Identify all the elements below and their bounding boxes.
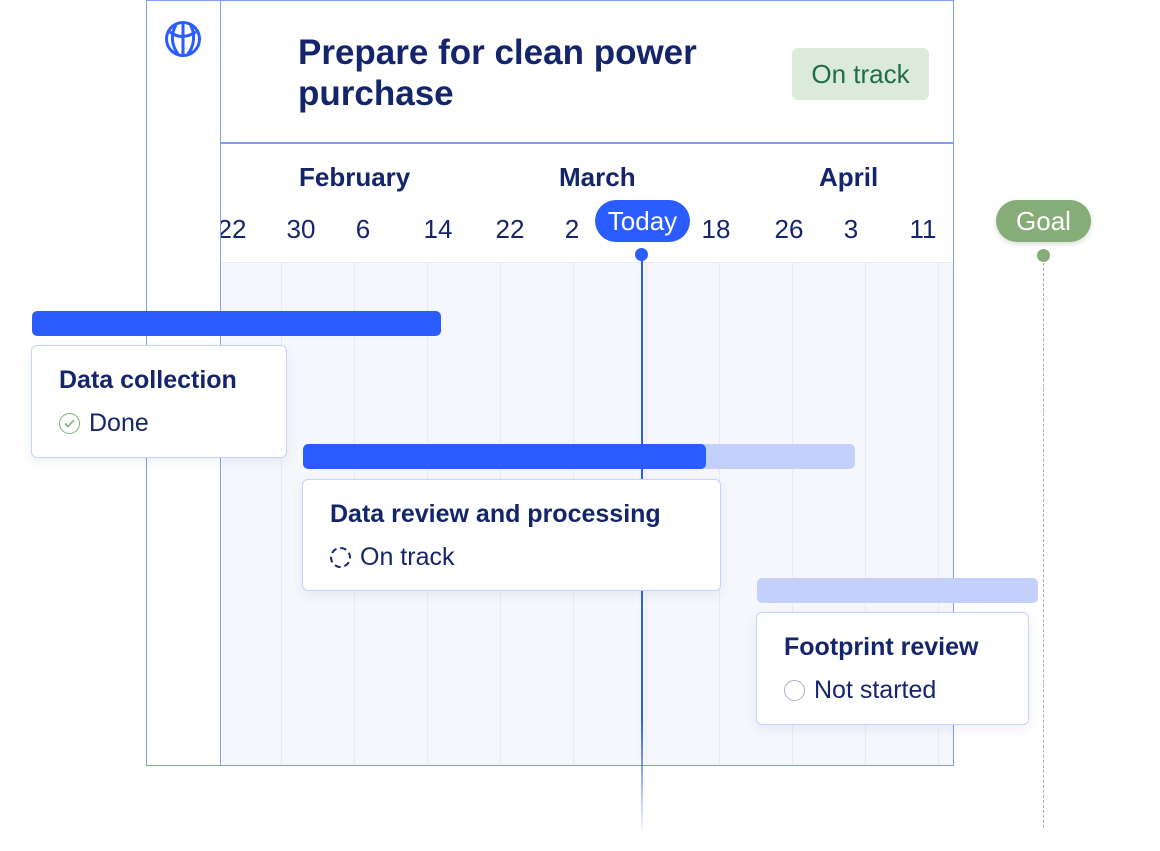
today-marker[interactable]: Today [595,200,690,242]
tick-row: 22 30 6 14 22 2 18 26 3 11 [221,200,953,260]
task-card[interactable]: Data review and processing On track [302,479,721,591]
task-card[interactable]: Data collection Done [31,345,287,458]
month-label: March [559,162,636,192]
task-progress-fill [32,311,441,336]
tick-label: 6 [355,214,371,244]
today-marker-dot [635,248,648,261]
empty-circle-icon [784,680,805,701]
tick-label: 26 [774,214,804,244]
tick-label: 3 [843,214,859,244]
goal-line [1043,258,1044,828]
task-bar[interactable] [303,444,855,469]
dashed-circle-icon [330,547,351,568]
goal-marker[interactable]: Goal [996,200,1091,242]
header-divider [221,142,954,144]
tick-label: 14 [423,214,453,244]
task-name: Data collection [59,366,237,394]
page-title: Prepare for clean power purchase [298,33,697,113]
month-label: April [819,162,879,192]
tick-label: 2 [564,214,580,244]
task-card[interactable]: Footprint review Not started [756,612,1029,725]
task-status: Not started [814,676,937,704]
tick-label: 18 [701,214,731,244]
task-status: On track [360,543,455,571]
task-bar[interactable] [757,578,1038,603]
status-badge: On track [792,48,929,100]
globe-icon [165,21,201,57]
tick-label: 22 [221,214,247,244]
tick-label: 22 [495,214,525,244]
task-progress-fill [303,444,706,469]
task-name: Footprint review [784,633,979,661]
task-bar[interactable] [32,311,441,336]
task-name: Data review and processing [330,500,661,528]
goal-marker-dot [1037,249,1050,262]
month-label: February [299,162,411,192]
tick-label: 30 [286,214,316,244]
check-circle-icon [59,413,80,434]
task-status: Done [89,409,149,437]
tick-label: 11 [909,214,937,244]
